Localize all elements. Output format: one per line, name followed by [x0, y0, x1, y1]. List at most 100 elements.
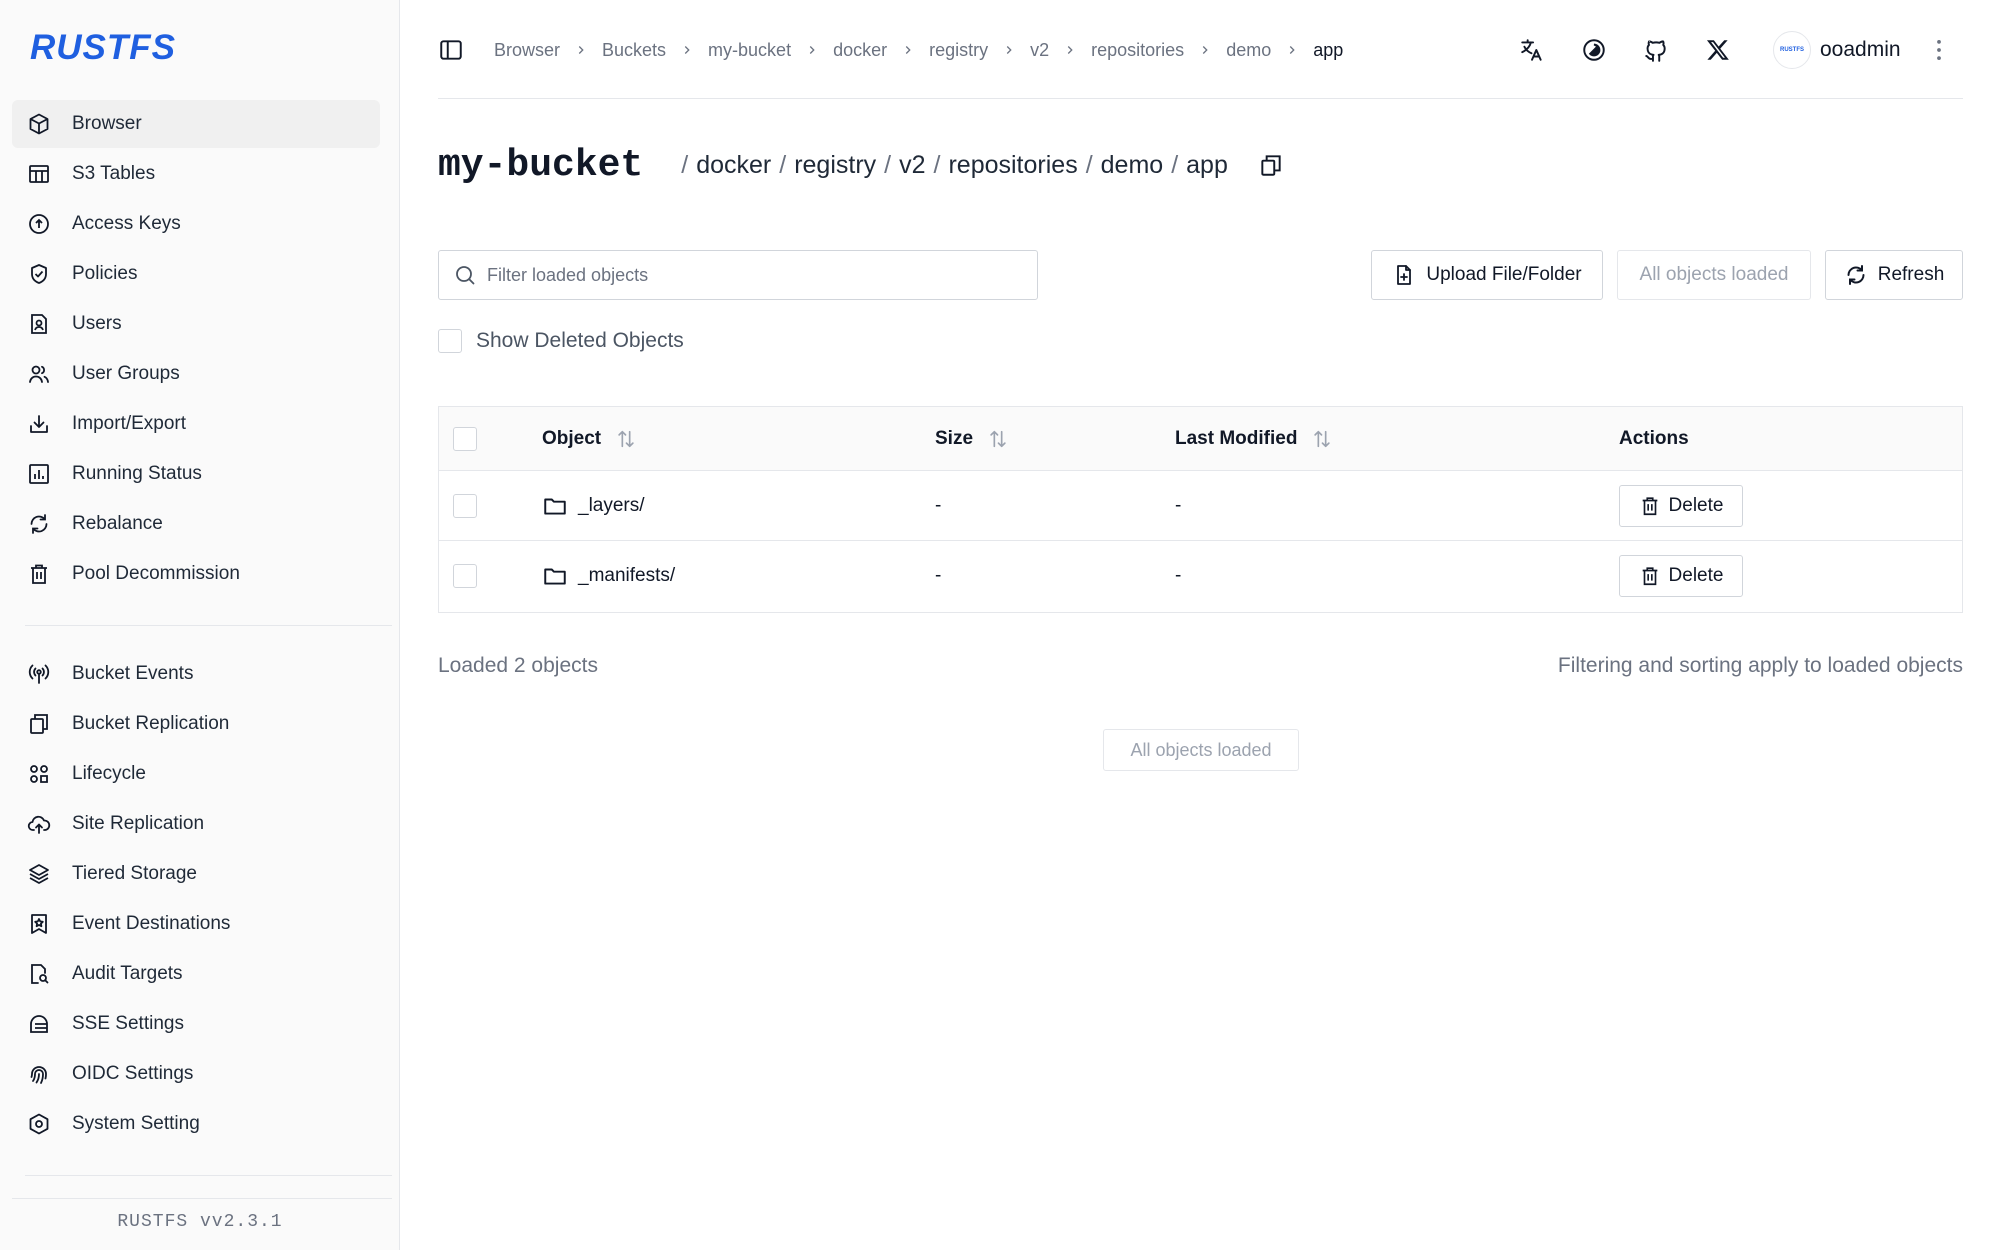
chevron-right-icon [1285, 43, 1299, 57]
table-row[interactable]: _manifests/ - - Delete [439, 541, 1962, 611]
show-deleted-checkbox[interactable] [438, 329, 462, 353]
trash-icon [1642, 567, 1657, 586]
object-last-modified: - [1175, 565, 1182, 586]
sidebar: RUSTFS Browser S3 Tables Access Keys Pol… [0, 0, 400, 1250]
sidebar-item-user-groups[interactable]: User Groups [12, 350, 380, 398]
version-label: RUSTFS vv2.3.1 [117, 1212, 283, 1232]
sidebar-item-bucket-events[interactable]: Bucket Events [12, 650, 380, 698]
refresh-icon [26, 511, 52, 537]
breadcrumb-registry[interactable]: registry [929, 40, 988, 61]
sidebar-item-label: Site Replication [72, 813, 205, 834]
object-name-cell[interactable]: _layers/ [542, 471, 645, 540]
chevron-right-icon [680, 43, 694, 57]
delete-button[interactable]: Delete [1619, 555, 1743, 597]
folder-icon [544, 498, 566, 515]
file-plus-icon [1392, 263, 1426, 287]
all-loaded-button[interactable]: All objects loaded [1617, 250, 1811, 300]
copy-path-icon[interactable] [1258, 152, 1284, 178]
sidebar-item-label: SSE Settings [72, 1013, 184, 1034]
path-separator: / [933, 150, 941, 179]
sidebar-item-policies[interactable]: Policies [12, 250, 380, 298]
sidebar-item-audit-targets[interactable]: Audit Targets [12, 950, 380, 998]
path-segment[interactable]: v2 [899, 151, 925, 180]
object-name-cell[interactable]: _manifests/ [542, 541, 675, 611]
sidebar-item-site-replication[interactable]: Site Replication [12, 800, 380, 848]
select-all-checkbox[interactable] [453, 426, 477, 451]
filter-input[interactable] [487, 264, 1007, 286]
sidebar-item-import-export[interactable]: Import/Export [12, 400, 380, 448]
breadcrumb-docker[interactable]: docker [833, 40, 887, 61]
breadcrumb-buckets[interactable]: Buckets [602, 40, 666, 61]
translate-icon[interactable] [1518, 36, 1546, 64]
delete-button[interactable]: Delete [1619, 484, 1743, 527]
sidebar-item-label: Rebalance [72, 513, 163, 534]
lifecycle-icon [26, 761, 52, 787]
table-row[interactable]: _layers/ - - Delete [439, 471, 1962, 541]
sidebar-item-users[interactable]: Users [12, 300, 380, 348]
sidebar-item-rebalance[interactable]: Rebalance [12, 500, 380, 548]
breadcrumb-browser[interactable]: Browser [494, 40, 560, 61]
sidebar-item-lifecycle[interactable]: Lifecycle [12, 750, 380, 798]
sidebar-item-tiered-storage[interactable]: Tiered Storage [12, 850, 380, 898]
sort-icon[interactable] [987, 428, 1009, 450]
sidebar-item-event-destinations[interactable]: Event Destinations [12, 900, 380, 948]
chevron-right-icon [574, 43, 588, 57]
filter-note: Filtering and sorting apply to loaded ob… [1557, 654, 1963, 677]
breadcrumb-repositories[interactable]: repositories [1091, 40, 1184, 61]
sidebar-item-label: Bucket Replication [72, 713, 230, 734]
column-header-size[interactable]: Size [935, 407, 1009, 470]
path-segment[interactable]: repositories [948, 151, 1077, 180]
sidebar-item-sse-settings[interactable]: SSE Settings [12, 1000, 380, 1048]
show-deleted-toggle[interactable]: Show Deleted Objects [438, 328, 684, 354]
column-header-last-modified[interactable]: Last Modified [1175, 407, 1333, 470]
upload-button[interactable]: Upload File/Folder [1371, 250, 1603, 300]
path-segment[interactable]: docker [696, 151, 771, 180]
sort-icon[interactable] [1311, 428, 1333, 450]
refresh-button[interactable]: Refresh [1825, 250, 1963, 300]
theme-toggle-icon[interactable] [1580, 36, 1608, 64]
column-header-label: Object [542, 427, 602, 449]
user-menu[interactable]: RUSTFS ooadmin [1773, 30, 1901, 70]
object-size: - [935, 494, 942, 516]
sort-icon[interactable] [615, 428, 637, 450]
sidebar-nav-secondary: Bucket Events Bucket Replication Lifecyc… [12, 650, 380, 1150]
sidebar-item-bucket-replication[interactable]: Bucket Replication [12, 700, 380, 748]
path-segment[interactable]: demo [1101, 151, 1164, 180]
sidebar-item-access-keys[interactable]: Access Keys [12, 200, 380, 248]
breadcrumb-bucket[interactable]: my-bucket [708, 40, 791, 61]
object-name[interactable]: _manifests/ [578, 565, 675, 587]
chevron-right-icon [1063, 43, 1077, 57]
path-segment[interactable]: app [1186, 151, 1228, 180]
sidebar-item-label: OIDC Settings [72, 1063, 194, 1084]
breadcrumb-demo[interactable]: demo [1226, 40, 1271, 61]
sidebar-item-browser[interactable]: Browser [12, 100, 380, 148]
sidebar-item-label: Running Status [72, 463, 202, 484]
x-twitter-icon[interactable] [1704, 36, 1732, 64]
sidebar-item-label: S3 Tables [72, 163, 156, 184]
objects-table: Object Size Last Modified Actions _layer… [438, 406, 1963, 613]
path-segment[interactable]: registry [794, 151, 876, 180]
load-more-button[interactable]: All objects loaded [1103, 729, 1299, 771]
delete-button-label: Delete [1668, 494, 1724, 516]
sidebar-item-s3-tables[interactable]: S3 Tables [12, 150, 380, 198]
sidebar-item-label: Users [72, 313, 122, 334]
app-logo[interactable]: RUSTFS [30, 28, 176, 68]
encryption-icon [26, 1011, 52, 1037]
sidebar-item-label: Import/Export [72, 413, 187, 434]
more-vertical-icon[interactable] [1925, 36, 1953, 64]
sidebar-item-running-status[interactable]: Running Status [12, 450, 380, 498]
topbar-divider [438, 98, 1963, 99]
row-checkbox[interactable] [453, 493, 477, 518]
breadcrumb-v2[interactable]: v2 [1030, 40, 1049, 61]
github-icon[interactable] [1642, 36, 1670, 64]
sidebar-item-oidc-settings[interactable]: OIDC Settings [12, 1050, 380, 1098]
object-name[interactable]: _layers/ [578, 495, 645, 517]
sidebar-item-pool-decommission[interactable]: Pool Decommission [12, 550, 380, 598]
chevron-right-icon [1198, 43, 1212, 57]
row-checkbox[interactable] [453, 564, 477, 588]
column-header-label: Last Modified [1175, 427, 1298, 449]
column-header-object[interactable]: Object [542, 407, 637, 470]
topbar: Browser Buckets my-bucket docker registr… [438, 20, 1963, 80]
sidebar-toggle-icon[interactable] [438, 37, 464, 63]
sidebar-item-system-setting[interactable]: System Setting [12, 1100, 380, 1148]
